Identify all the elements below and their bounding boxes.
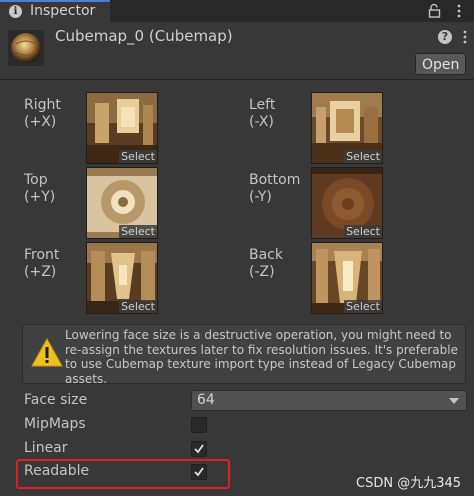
helpbox-line: Lowering face size is a destructive oper… bbox=[65, 328, 452, 342]
select-button[interactable]: Select bbox=[344, 225, 382, 238]
face-label-right: Right (+X) bbox=[24, 97, 61, 131]
face-size-dropdown[interactable]: 64 bbox=[191, 390, 467, 411]
kebab-menu-icon[interactable] bbox=[452, 3, 466, 19]
asset-header: Cubemap_0 (Cubemap) ? Open bbox=[0, 22, 474, 78]
header-divider bbox=[0, 79, 474, 80]
cubemap-thumbnail bbox=[8, 30, 44, 66]
face-axis: (-Z) bbox=[249, 264, 275, 280]
chevron-down-icon bbox=[449, 398, 459, 404]
select-button[interactable]: Select bbox=[119, 300, 157, 313]
select-button[interactable]: Select bbox=[344, 150, 382, 163]
face-label-back: Back (-Z) bbox=[249, 247, 283, 281]
checkmark-icon bbox=[194, 444, 204, 454]
face-slot-bottom[interactable]: Select bbox=[311, 167, 383, 239]
settings-menu-icon[interactable] bbox=[459, 28, 471, 46]
face-size-label: Face size bbox=[24, 392, 88, 408]
face-name: Back bbox=[249, 247, 283, 263]
face-axis: (-Y) bbox=[249, 189, 272, 205]
help-icon[interactable]: ? bbox=[438, 30, 452, 44]
warning-icon bbox=[31, 338, 63, 367]
linear-checkbox[interactable] bbox=[191, 441, 207, 457]
mipmaps-label: MipMaps bbox=[24, 416, 86, 432]
face-label-bottom: Bottom (-Y) bbox=[249, 172, 300, 206]
face-label-front: Front (+Z) bbox=[24, 247, 59, 281]
linear-label: Linear bbox=[24, 440, 68, 456]
lock-icon[interactable] bbox=[427, 3, 443, 19]
open-button[interactable]: Open bbox=[415, 53, 466, 75]
select-button[interactable]: Select bbox=[119, 150, 157, 163]
readable-highlight-box bbox=[16, 459, 230, 489]
face-slot-right[interactable]: Select bbox=[86, 92, 158, 164]
select-button[interactable]: Select bbox=[119, 225, 157, 238]
face-slot-top[interactable]: Select bbox=[86, 167, 158, 239]
tab-inspector[interactable]: i Inspector bbox=[0, 0, 110, 22]
face-name: Top bbox=[24, 172, 48, 188]
warning-helpbox: Lowering face size is a destructive oper… bbox=[22, 324, 466, 386]
tab-bar: i Inspector bbox=[0, 0, 474, 22]
face-slot-left[interactable]: Select bbox=[311, 92, 383, 164]
watermark-text: CSDN @九九345 bbox=[356, 476, 462, 491]
face-axis: (+Y) bbox=[24, 189, 56, 205]
face-name: Front bbox=[24, 247, 60, 263]
helpbox-line: assets. bbox=[65, 371, 108, 386]
face-name: Bottom bbox=[249, 172, 301, 188]
helpbox-line: re-assign the textures later to fix reso… bbox=[65, 342, 458, 357]
helpbox-text: Lowering face size is a destructive oper… bbox=[65, 328, 463, 386]
tab-title: Inspector bbox=[30, 3, 96, 19]
face-label-top: Top (+Y) bbox=[24, 172, 55, 206]
select-button[interactable]: Select bbox=[344, 300, 382, 313]
face-name: Right bbox=[24, 97, 61, 113]
asset-title: Cubemap_0 (Cubemap) bbox=[55, 27, 233, 45]
mipmaps-checkbox[interactable] bbox=[191, 417, 207, 433]
face-axis: (+X) bbox=[24, 114, 57, 130]
info-icon: i bbox=[9, 5, 22, 18]
face-axis: (+Z) bbox=[24, 264, 57, 280]
face-axis: (-X) bbox=[249, 114, 274, 130]
face-slot-front[interactable]: Select bbox=[86, 242, 158, 314]
face-label-left: Left (-X) bbox=[249, 97, 275, 131]
helpbox-line: to use Cubemap texture import type inste… bbox=[65, 357, 457, 371]
face-slot-back[interactable]: Select bbox=[311, 242, 383, 314]
face-name: Left bbox=[249, 97, 276, 113]
face-size-value: 64 bbox=[197, 392, 215, 408]
